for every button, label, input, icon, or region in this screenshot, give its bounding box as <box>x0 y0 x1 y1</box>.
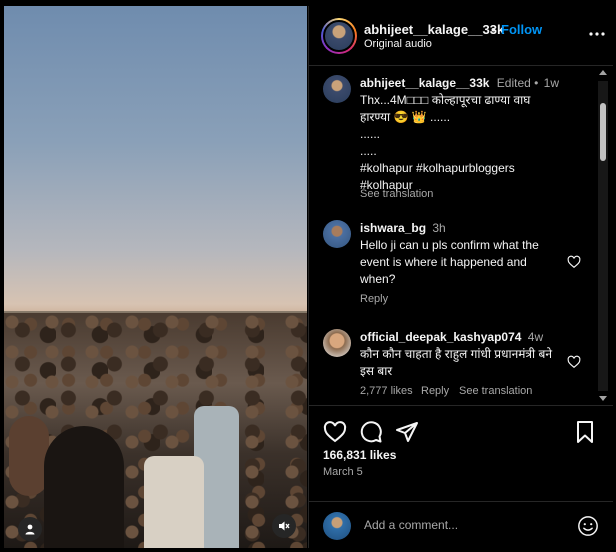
mute-button[interactable] <box>272 514 296 538</box>
smiley-icon[interactable] <box>577 515 599 537</box>
comment-avatar[interactable] <box>323 329 351 357</box>
caption-line: ..... <box>360 144 377 158</box>
see-translation-link[interactable]: See translation <box>459 385 532 397</box>
caption-line: ...... <box>360 127 381 141</box>
caption-header: abhijeet__kalage__33k Edited • 1w <box>360 75 559 92</box>
comment-text: कौन कौन चाहता है राहुल गांधी प्रधानमंत्र… <box>360 347 552 378</box>
comment-username[interactable]: ishwara_bg <box>360 221 426 235</box>
add-comment-bar <box>309 501 613 548</box>
tagged-people-button[interactable] <box>18 517 42 541</box>
reply-button[interactable]: Reply <box>421 385 449 397</box>
comments-list[interactable]: abhijeet__kalage__33k Edited • 1w Thx...… <box>309 67 613 405</box>
speaker-muted-icon <box>279 521 290 531</box>
caption-avatar[interactable] <box>323 75 351 103</box>
post-dialog: abhijeet__kalage__33k • Follow Original … <box>0 0 616 552</box>
comment-likes[interactable]: 2,777 likes <box>360 385 413 397</box>
ellipsis-icon <box>589 32 605 36</box>
comment-time[interactable]: 3h <box>432 221 445 235</box>
post-video[interactable] <box>4 6 307 548</box>
comments-scrollbar[interactable] <box>598 67 608 405</box>
caption-body: Thx...4M□□□ कोल्हापूरचा ढाण्या वाघ हारण्… <box>360 92 560 194</box>
current-user-avatar <box>323 512 351 540</box>
likes-count[interactable]: 166,831 likes <box>323 448 396 462</box>
scroll-thumb[interactable] <box>600 103 606 161</box>
follow-button[interactable]: Follow <box>501 22 542 37</box>
heart-icon[interactable] <box>567 255 581 269</box>
caption-line: Thx...4M□□□ कोल्हापूरचा ढाण्या वाघ हारण्… <box>360 93 531 124</box>
paper-plane-icon[interactable] <box>395 420 419 444</box>
post-side-panel: abhijeet__kalage__33k • Follow Original … <box>308 6 613 548</box>
comment-header: ishwara_bg 3h <box>360 220 446 237</box>
scroll-down-arrow[interactable] <box>599 396 607 401</box>
comment-header: official_deepak_kashyap074 4w <box>360 329 543 346</box>
person-figure <box>44 426 124 548</box>
heart-icon[interactable] <box>567 355 581 369</box>
post-header: abhijeet__kalage__33k • Follow Original … <box>309 6 613 66</box>
separator-dot: • <box>491 22 496 37</box>
caption-hashtags[interactable]: #kolhapur #kolhapurbloggers <box>360 160 560 177</box>
comment-time[interactable]: 4w <box>528 330 543 344</box>
see-translation-link[interactable]: See translation <box>360 188 433 200</box>
comment-avatar[interactable] <box>323 220 351 248</box>
scroll-up-arrow[interactable] <box>599 70 607 75</box>
scroll-track[interactable] <box>598 81 608 391</box>
person-figure <box>9 416 49 496</box>
heart-icon[interactable] <box>323 420 347 444</box>
post-actions: 166,831 likes March 5 <box>309 405 613 501</box>
more-options-button[interactable] <box>587 24 607 44</box>
bookmark-icon[interactable] <box>573 420 597 444</box>
edited-label: Edited • <box>496 76 539 90</box>
caption-username[interactable]: abhijeet__kalage__33k <box>360 76 489 90</box>
comment-username[interactable]: official_deepak_kashyap074 <box>360 330 521 344</box>
comment-bubble-icon[interactable] <box>359 420 383 444</box>
comment-input[interactable] <box>364 515 564 535</box>
comment-text: Hello ji can u pls confirm what the even… <box>360 238 539 286</box>
post-date[interactable]: March 5 <box>323 466 363 478</box>
person-figure <box>144 456 204 548</box>
caption-time[interactable]: 1w <box>544 76 559 90</box>
author-avatar[interactable] <box>321 18 357 54</box>
audio-label[interactable]: Original audio <box>364 38 432 50</box>
person-icon <box>25 524 35 535</box>
reply-button[interactable]: Reply <box>360 293 388 305</box>
author-username[interactable]: abhijeet__kalage__33k <box>364 22 504 37</box>
